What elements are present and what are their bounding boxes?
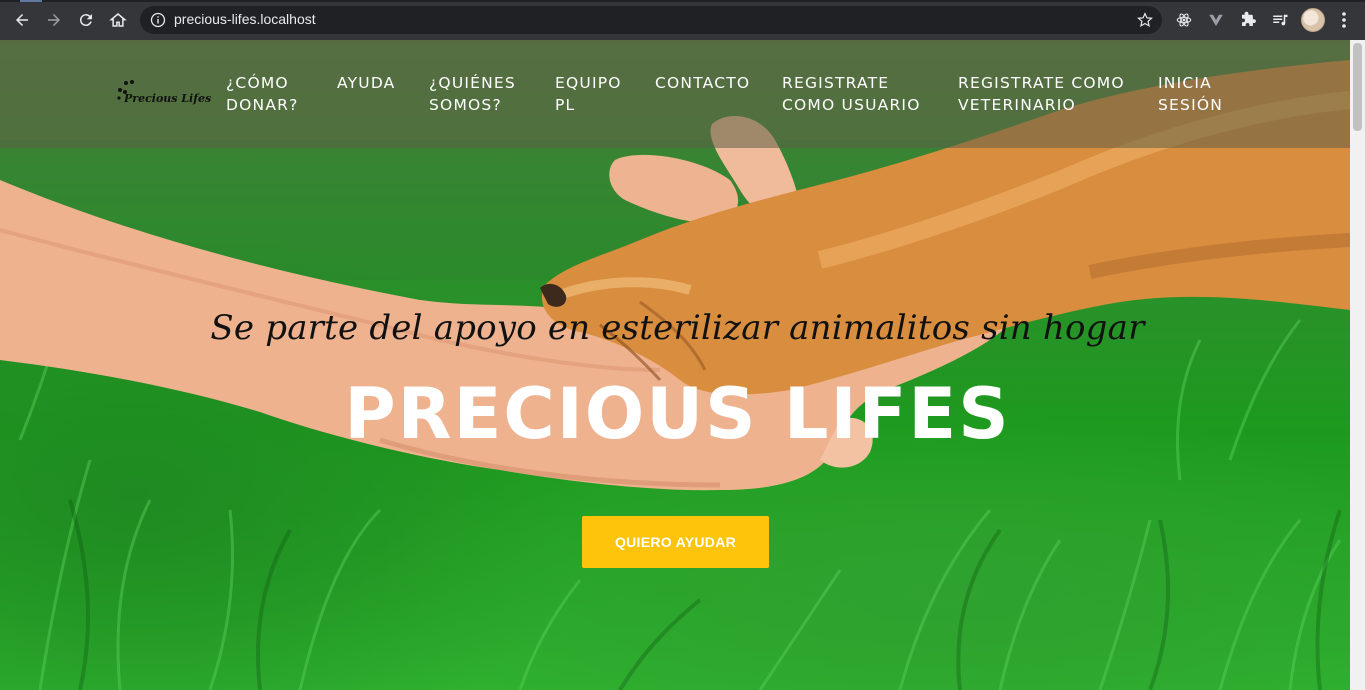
home-icon[interactable]: [106, 8, 130, 32]
logo-text: Precious Lifes: [124, 92, 212, 105]
extensions-icon[interactable]: [1237, 9, 1259, 31]
react-devtools-icon[interactable]: [1173, 9, 1195, 31]
address-bar[interactable]: precious-lifes.localhost: [140, 6, 1162, 34]
nav-label: COMO USUARIO: [782, 96, 921, 114]
info-icon[interactable]: [150, 12, 166, 28]
nav-label: ¿CÓMO: [226, 74, 289, 92]
nav-label: AYUDA: [337, 74, 396, 92]
nav-ayuda[interactable]: AYUDA: [337, 72, 395, 94]
nav-contacto[interactable]: CONTACTO: [655, 72, 750, 94]
more-menu-icon[interactable]: [1336, 10, 1352, 30]
active-tab-indicator: [20, 0, 42, 2]
media-controls-icon[interactable]: [1269, 9, 1291, 31]
nav-inicia-sesion[interactable]: INICIA SESIÓN: [1158, 72, 1223, 116]
profile-avatar[interactable]: [1301, 8, 1325, 32]
nav-label: VETERINARIO: [958, 96, 1076, 114]
nav-como-donar[interactable]: ¿CÓMO DONAR?: [226, 72, 299, 116]
hero-tagline: Se parte del apoyo en esterilizar animal…: [210, 308, 1145, 348]
nav-label: SESIÓN: [1158, 96, 1224, 114]
nav-registrate-veterinario[interactable]: REGISTRATE COMO VETERINARIO: [958, 72, 1125, 116]
nav-label: ¿QUIÉNES: [429, 74, 516, 92]
forward-icon[interactable]: [42, 8, 66, 32]
nav-quienes-somos[interactable]: ¿QUIÉNES SOMOS?: [429, 72, 516, 116]
nav-label: REGISTRATE COMO: [958, 74, 1125, 92]
nav-label: REGISTRATE: [782, 74, 890, 92]
nav-label: EQUIPO: [555, 74, 622, 92]
tab-strip: [0, 0, 1365, 2]
hero-title: PRECIOUS LIFES: [344, 373, 1011, 455]
site-logo[interactable]: Precious Lifes: [116, 76, 211, 112]
url-text[interactable]: precious-lifes.localhost: [174, 11, 316, 27]
nav-registrate-usuario[interactable]: REGISTRATE COMO USUARIO: [782, 72, 921, 116]
tab-edge: [960, 0, 1365, 2]
nav-label: INICIA: [1158, 74, 1212, 92]
browser-toolbar: precious-lifes.localhost: [0, 0, 1365, 40]
nav-label: SOMOS?: [429, 96, 502, 114]
site-navbar: Precious Lifes ¿CÓMO DONAR? AYUDA ¿QUIÉN…: [0, 40, 1350, 148]
star-icon[interactable]: [1136, 11, 1154, 29]
nav-equipo-pl[interactable]: EQUIPO PL: [555, 72, 622, 116]
vue-devtools-icon[interactable]: [1205, 9, 1227, 31]
web-page: Precious Lifes ¿CÓMO DONAR? AYUDA ¿QUIÉN…: [0, 40, 1350, 690]
back-icon[interactable]: [10, 8, 34, 32]
nav-label: PL: [555, 96, 576, 114]
reload-icon[interactable]: [74, 8, 98, 32]
quiero-ayudar-button[interactable]: QUIERO AYUDAR: [582, 516, 769, 568]
nav-label: CONTACTO: [655, 74, 751, 92]
nav-label: DONAR?: [226, 96, 299, 114]
page-scrollbar[interactable]: [1350, 40, 1365, 690]
scrollbar-thumb[interactable]: [1353, 43, 1362, 131]
